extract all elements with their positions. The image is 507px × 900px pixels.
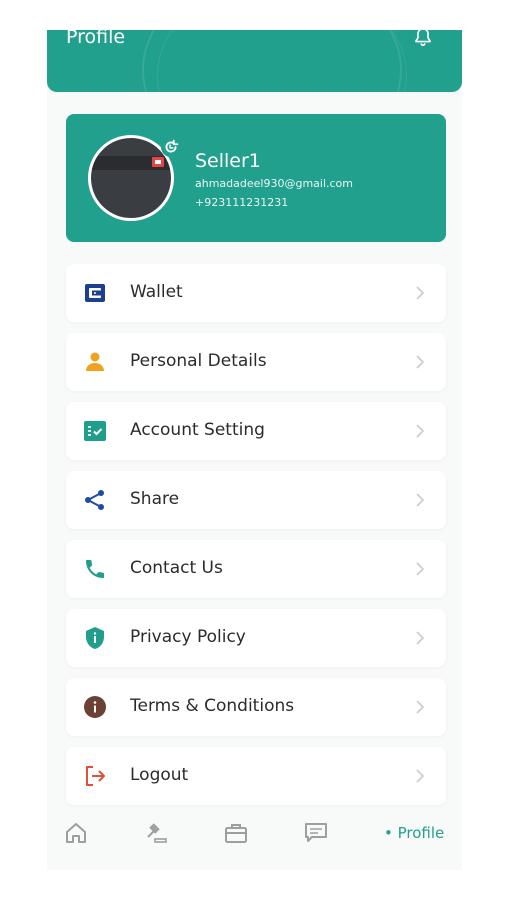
auction-gavel-icon[interactable] [143, 820, 169, 846]
page-title: Profile [66, 30, 126, 48]
menu-item-label: Account Setting [130, 420, 265, 440]
menu-item-contact-us[interactable]: Contact Us [66, 540, 446, 598]
chevron-right-icon [416, 355, 425, 369]
header-decoration-inner [157, 30, 407, 92]
home-icon[interactable] [63, 820, 89, 846]
chevron-right-icon [416, 700, 425, 714]
bottom-nav: • Profile [47, 808, 462, 860]
chevron-right-icon [416, 562, 425, 576]
chevron-right-icon [416, 493, 425, 507]
settings-list-icon [84, 421, 106, 441]
menu-item-label: Personal Details [130, 351, 267, 371]
profile-email: ahmadadeel930@gmail.com [195, 177, 354, 190]
menu-item-label: Contact Us [130, 558, 223, 578]
menu-item-label: Logout [130, 765, 189, 785]
menu-item-personal-details[interactable]: Personal Details [66, 333, 446, 391]
profile-name: Seller1 [195, 150, 261, 172]
menu-item-logout[interactable]: Logout [66, 747, 446, 805]
menu-item-wallet[interactable]: Wallet [66, 264, 446, 322]
bell-icon[interactable] [412, 30, 434, 48]
profile-screen: Profile Seller1 ahmadadeel930@gmail.com … [47, 30, 462, 870]
share-icon [85, 490, 104, 510]
info-icon [84, 696, 106, 718]
menu-item-label: Share [130, 489, 180, 509]
chevron-right-icon [416, 631, 425, 645]
menu-item-share[interactable]: Share [66, 471, 446, 529]
refresh-edit-icon[interactable] [160, 136, 182, 158]
chevron-right-icon [416, 769, 425, 783]
menu-item-label: Wallet [130, 282, 183, 302]
avatar-flag [152, 157, 164, 167]
menu-item-label: Privacy Policy [130, 627, 246, 647]
shield-icon [86, 627, 104, 649]
nav-item-profile-active[interactable]: • Profile [384, 824, 444, 842]
person-icon [86, 352, 104, 371]
app-header: Profile [47, 30, 462, 92]
logout-icon [86, 766, 105, 786]
profile-phone: +923111231231 [195, 196, 289, 209]
menu-item-privacy-policy[interactable]: Privacy Policy [66, 609, 446, 667]
menu-item-terms-conditions[interactable]: Terms & Conditions [66, 678, 446, 736]
chevron-right-icon [416, 286, 425, 300]
chat-icon[interactable] [303, 820, 329, 846]
chevron-right-icon [416, 424, 425, 438]
wallet-icon [85, 284, 105, 302]
profile-card[interactable]: Seller1 ahmadadeel930@gmail.com +9231112… [66, 114, 446, 242]
briefcase-icon[interactable] [223, 820, 249, 846]
phone-icon [86, 560, 104, 578]
menu-item-label: Terms & Conditions [130, 696, 295, 716]
menu-item-account-setting[interactable]: Account Setting [66, 402, 446, 460]
